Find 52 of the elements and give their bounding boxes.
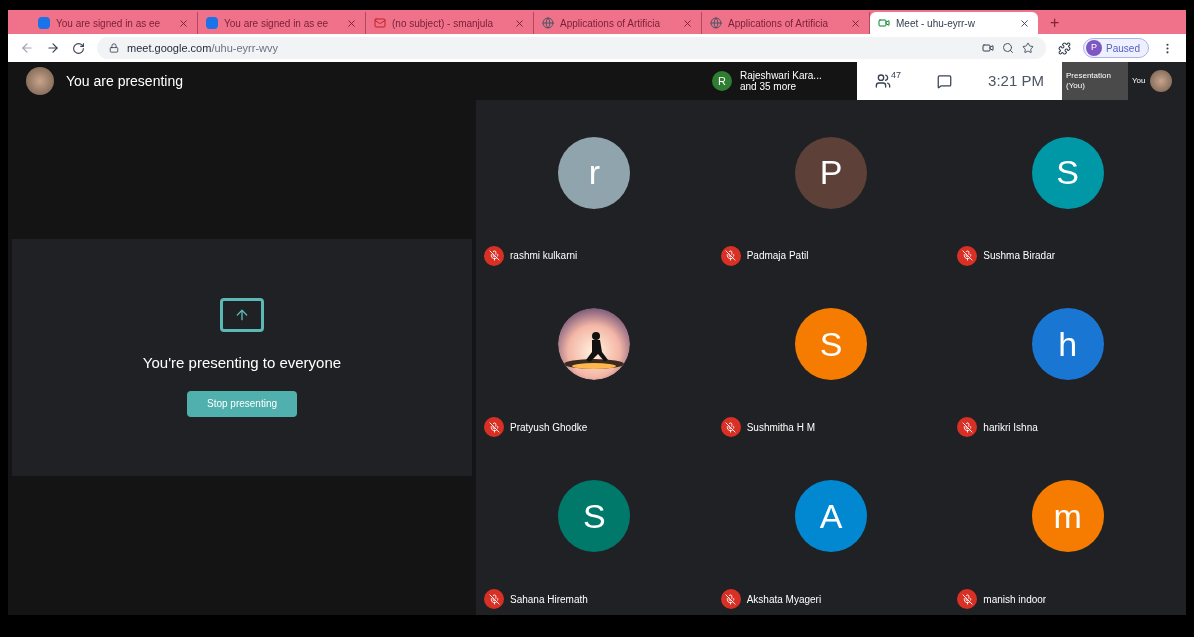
profile-avatar: P bbox=[1086, 40, 1103, 56]
profile-button[interactable]: P Paused bbox=[1083, 38, 1149, 58]
present-screen-icon bbox=[220, 298, 264, 333]
presentation-thumbnail[interactable]: Presentation (You) bbox=[1062, 62, 1128, 100]
participant-name: rashmi kulkarni bbox=[510, 249, 578, 264]
presenting-title: You are presenting bbox=[66, 71, 184, 91]
extensions-icon[interactable] bbox=[1058, 41, 1072, 55]
avatar: S bbox=[558, 480, 631, 553]
user-avatar bbox=[1149, 70, 1172, 92]
avatar: A bbox=[795, 480, 867, 553]
speaker-avatar: R bbox=[712, 71, 732, 91]
clock-time: 3:21 PM bbox=[988, 70, 1044, 91]
new-tab-button[interactable]: + bbox=[1038, 12, 1072, 34]
zoom-icon[interactable] bbox=[1002, 42, 1015, 54]
globe-icon bbox=[542, 17, 554, 29]
site-logo-icon bbox=[38, 17, 50, 29]
speaker-more: and 35 more bbox=[740, 81, 798, 92]
speaker-name: Rajeshwari Kara... bbox=[740, 70, 822, 81]
mail-icon bbox=[374, 17, 386, 29]
forward-icon[interactable] bbox=[46, 41, 60, 55]
participant-name: Pratyush Ghodke bbox=[510, 420, 588, 435]
participant-name: Sushmitha H M bbox=[746, 420, 815, 435]
avatar: S bbox=[795, 308, 867, 381]
participant-name: Akshata Myageri bbox=[746, 592, 822, 607]
avatar: r bbox=[558, 136, 631, 209]
close-icon[interactable] bbox=[1019, 17, 1030, 29]
people-button[interactable]: 47 bbox=[875, 73, 902, 89]
browser-tab[interactable]: Meet - uhu-eyrr-w bbox=[870, 12, 1038, 34]
presenting-message: You're presenting to everyone bbox=[142, 353, 342, 374]
stop-presenting-button[interactable]: Stop presenting bbox=[186, 390, 298, 417]
avatar: P bbox=[795, 136, 867, 209]
participant-name: manish indoor bbox=[983, 592, 1047, 607]
participant-name: harikri Ishna bbox=[983, 420, 1038, 435]
address-bar[interactable]: meet.google.com/uhu-eyrr-wvy bbox=[97, 37, 1047, 59]
participant-name: Sahana Hiremath bbox=[510, 592, 588, 607]
site-logo-icon bbox=[206, 17, 218, 29]
camera-icon[interactable] bbox=[982, 42, 995, 54]
people-icon bbox=[875, 73, 891, 89]
chat-icon[interactable] bbox=[937, 73, 953, 89]
lock-icon bbox=[109, 43, 119, 53]
back-icon[interactable] bbox=[20, 41, 34, 55]
user-avatar bbox=[26, 67, 54, 95]
participant-name: Padmaja Patil bbox=[746, 249, 809, 264]
globe-icon bbox=[710, 17, 722, 29]
avatar: S bbox=[1031, 136, 1104, 209]
camera-icon bbox=[878, 17, 890, 29]
avatar: m bbox=[1031, 480, 1104, 553]
avatar: h bbox=[1031, 308, 1104, 381]
reload-icon[interactable] bbox=[72, 41, 85, 55]
participant-name: Sushma Biradar bbox=[983, 249, 1056, 264]
star-icon[interactable] bbox=[1022, 42, 1035, 54]
self-tile[interactable]: You bbox=[1128, 62, 1186, 100]
